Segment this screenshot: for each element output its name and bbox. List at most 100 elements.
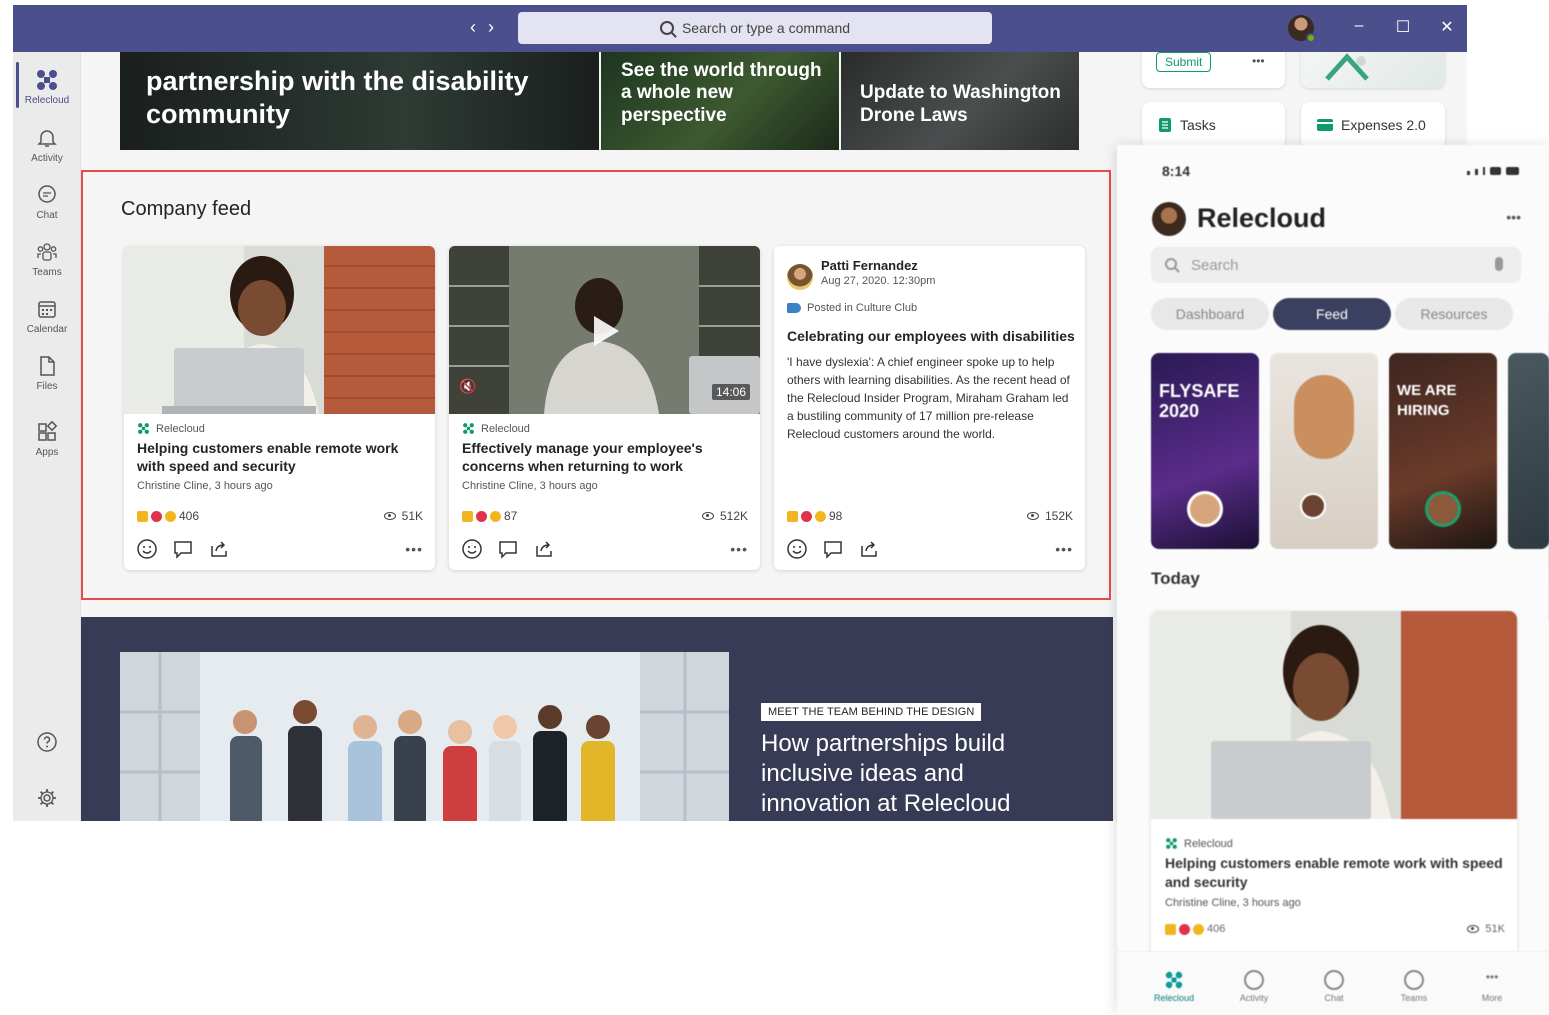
phone-app-title: Relecloud xyxy=(1197,203,1327,233)
rail-item-teams[interactable]: Teams xyxy=(13,240,81,278)
comment-icon[interactable] xyxy=(172,538,194,560)
muted-speaker-icon[interactable]: 🔇 xyxy=(459,378,476,395)
maximize-button[interactable]: ☐ xyxy=(1393,17,1413,37)
feed-card[interactable]: Relecloud Helping customers enable remot… xyxy=(124,246,435,570)
reactions[interactable]: 98 xyxy=(787,509,842,523)
mobile-app-mockup: 8:14 Relecloud ••• Search Dashboard Feed… xyxy=(1117,145,1549,1015)
share-icon[interactable] xyxy=(208,538,230,560)
rail-item-calendar[interactable]: Calendar xyxy=(13,297,81,335)
rail-label: Teams xyxy=(32,267,62,278)
share-icon[interactable] xyxy=(533,538,555,560)
hero-news-card[interactable]: See the world through a whole new perspe… xyxy=(601,52,839,150)
team-headline[interactable]: How partnerships build inclusive ideas a… xyxy=(761,729,1061,819)
story-card[interactable] xyxy=(1270,353,1378,549)
more-options-button[interactable]: ••• xyxy=(1055,541,1073,557)
like-reaction-icon xyxy=(1165,923,1176,935)
card-body: Patti Fernandez Aug 27, 2020. 12:30pm Po… xyxy=(787,258,1075,443)
source-row: Relecloud xyxy=(1165,837,1505,850)
phone-nav-label: More xyxy=(1481,993,1503,1003)
rail-item-activity[interactable]: Activity xyxy=(13,126,81,164)
view-count: 51K xyxy=(1485,923,1505,935)
tile-more-button[interactable]: ••• xyxy=(1252,54,1265,68)
settings-button[interactable] xyxy=(13,786,81,813)
user-avatar[interactable] xyxy=(1288,15,1316,43)
tab-resources[interactable]: Resources xyxy=(1395,298,1513,330)
command-search-box[interactable]: Search or type a command xyxy=(518,12,992,44)
reactions[interactable]: 406 xyxy=(1165,923,1225,935)
phone-nav-chat[interactable]: Chat xyxy=(1309,970,1359,1003)
story-card[interactable] xyxy=(1508,353,1549,549)
minimize-button[interactable]: – xyxy=(1349,17,1369,35)
card-title[interactable]: Celebrating our employees with disabilit… xyxy=(787,328,1075,344)
card-image xyxy=(124,246,435,414)
view-count: 51K xyxy=(401,509,423,523)
card-title[interactable]: Effectively manage your employee's conce… xyxy=(462,439,750,475)
feed-card[interactable]: 🔇 14:06 Relecloud Effectively manage you… xyxy=(449,246,760,570)
rail-item-files[interactable]: Files xyxy=(13,354,81,392)
microphone-icon[interactable] xyxy=(1495,257,1503,271)
illustration-tile[interactable] xyxy=(1301,52,1445,88)
phone-nav-activity[interactable]: Activity xyxy=(1229,970,1279,1003)
more-icon: ••• xyxy=(1485,970,1499,984)
heart-reaction-icon xyxy=(1179,923,1190,935)
emoji-icon[interactable] xyxy=(461,538,483,560)
card-video[interactable]: 🔇 14:06 xyxy=(449,246,760,414)
emoji-icon[interactable] xyxy=(136,538,158,560)
emoji-icon[interactable] xyxy=(786,538,808,560)
section-title: Company feed xyxy=(121,198,252,220)
presence-available-icon xyxy=(1306,33,1316,43)
phone-avatar[interactable] xyxy=(1152,202,1186,236)
phone-search-input[interactable]: Search xyxy=(1151,247,1521,283)
view-count: 512K xyxy=(719,509,748,523)
file-icon xyxy=(35,354,59,378)
phone-feed-card[interactable]: Relecloud Helping customers enable remot… xyxy=(1151,611,1517,961)
author-avatar[interactable] xyxy=(787,264,813,290)
phone-bottom-nav: Relecloud Activity Chat Teams ••• More xyxy=(1117,951,1549,1015)
phone-nav-teams[interactable]: Teams xyxy=(1389,970,1439,1003)
expenses-tile[interactable]: Expenses 2.0 xyxy=(1301,102,1445,148)
comment-icon[interactable] xyxy=(497,538,519,560)
video-duration: 14:06 xyxy=(711,384,750,400)
hero-news-card[interactable]: Update to Washington Drone Laws xyxy=(841,52,1079,150)
posted-in-label[interactable]: Posted in Culture Club xyxy=(807,302,917,314)
phone-nav-more[interactable]: ••• More xyxy=(1467,970,1517,1003)
comment-icon[interactable] xyxy=(822,538,844,560)
more-options-button[interactable]: ••• xyxy=(405,541,423,557)
card-title[interactable]: Helping customers enable remote work wit… xyxy=(137,439,425,475)
back-button[interactable]: ‹ xyxy=(470,17,476,38)
title-bar: ‹ › Search or type a command – ☐ ✕ xyxy=(13,5,1467,52)
author-name[interactable]: Patti Fernandez xyxy=(821,258,935,273)
submit-tile: Submit ••• xyxy=(1142,52,1285,88)
calendar-icon xyxy=(35,297,59,321)
phone-nav-relecloud[interactable]: Relecloud xyxy=(1149,970,1199,1003)
tab-dashboard[interactable]: Dashboard xyxy=(1151,298,1269,330)
forward-button[interactable]: › xyxy=(488,17,494,38)
help-button[interactable] xyxy=(13,730,81,757)
rail-item-chat[interactable]: Chat xyxy=(13,183,81,221)
rail-item-apps[interactable]: Apps xyxy=(13,420,81,458)
heart-reaction-icon xyxy=(476,510,487,522)
hero-news-card[interactable]: partnership with the disability communit… xyxy=(120,52,599,150)
reactions[interactable]: 87 xyxy=(462,509,517,523)
tasks-tile[interactable]: Tasks xyxy=(1142,102,1285,148)
views: 152K xyxy=(1026,509,1073,523)
story-card[interactable]: WE ARE HIRING xyxy=(1389,353,1497,549)
reactions[interactable]: 406 xyxy=(137,509,199,523)
tab-feed[interactable]: Feed xyxy=(1273,298,1391,330)
card-title[interactable]: Helping customers enable remote work wit… xyxy=(1165,854,1505,892)
more-options-button[interactable]: ••• xyxy=(730,541,748,557)
story-card[interactable]: FLYSAFE 2020 xyxy=(1151,353,1259,549)
gear-icon xyxy=(35,786,59,810)
hero-headline: Update to Washington Drone Laws xyxy=(860,82,1061,127)
stats-row: 406 51K xyxy=(1165,923,1505,935)
phone-nav-label: Activity xyxy=(1239,993,1269,1003)
rail-item-relecloud[interactable]: Relecloud xyxy=(13,62,81,108)
submit-button[interactable]: Submit xyxy=(1156,52,1212,72)
phone-more-button[interactable]: ••• xyxy=(1506,209,1521,225)
action-row: ••• xyxy=(461,538,748,560)
teams-icon xyxy=(1404,970,1424,990)
close-button[interactable]: ✕ xyxy=(1437,17,1457,37)
share-icon[interactable] xyxy=(858,538,880,560)
relecloud-logo-icon xyxy=(35,68,59,92)
feed-card[interactable]: Patti Fernandez Aug 27, 2020. 12:30pm Po… xyxy=(774,246,1085,570)
